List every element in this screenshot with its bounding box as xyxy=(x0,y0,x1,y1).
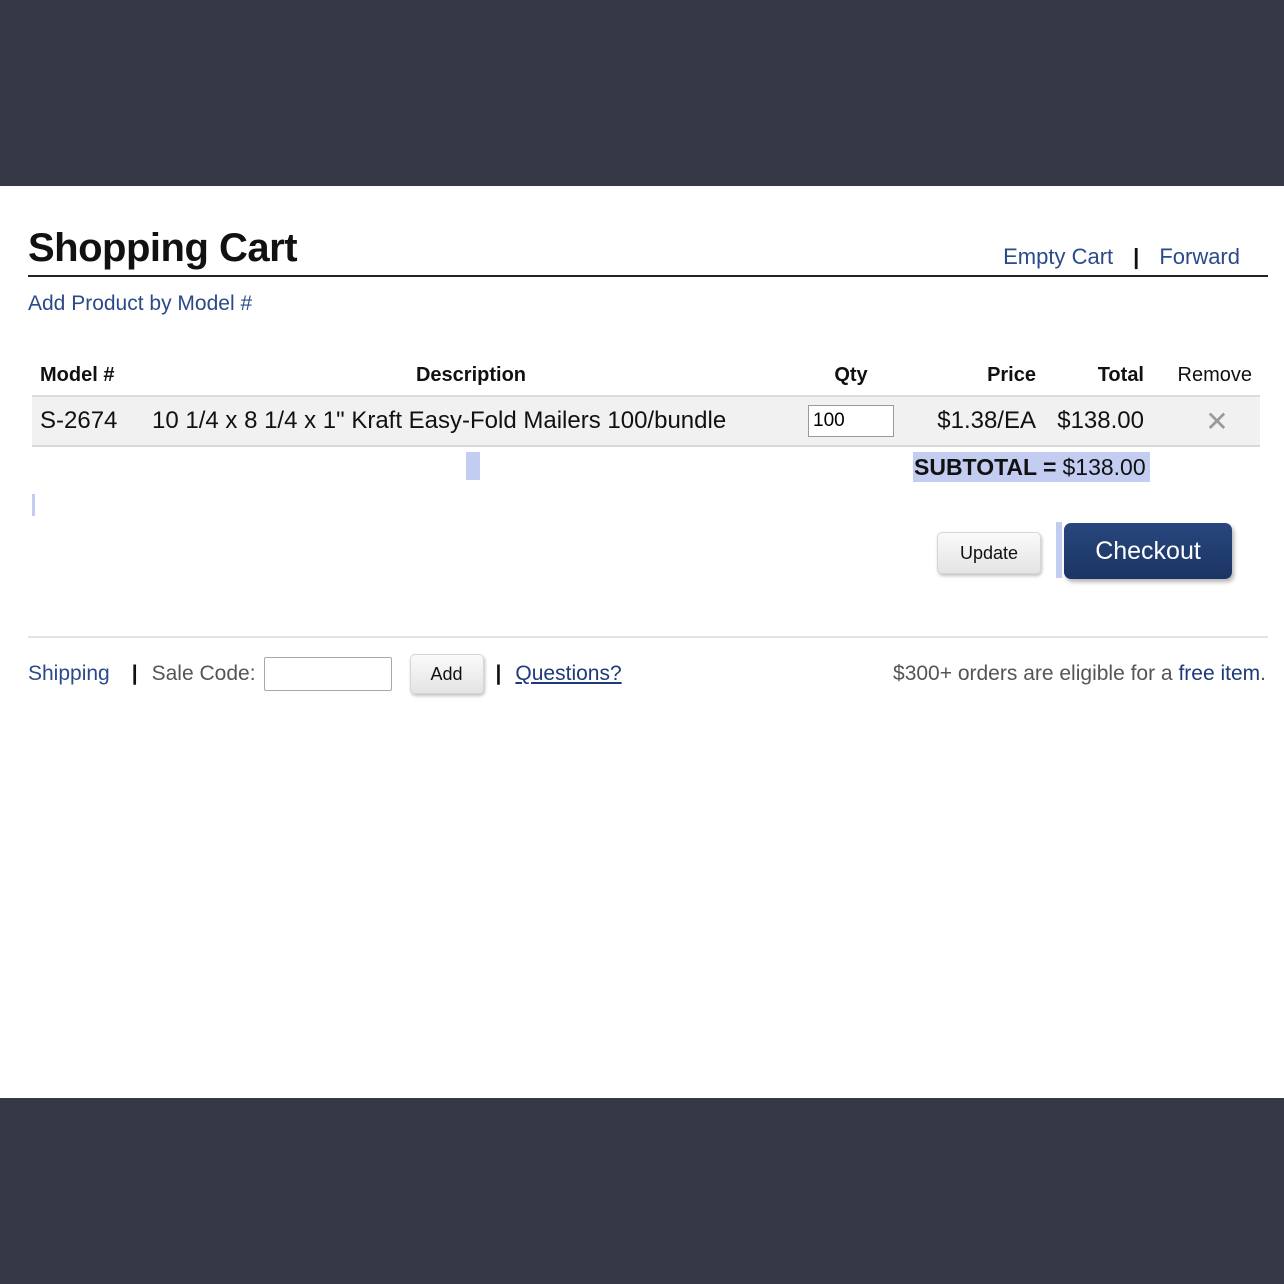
cart-actions: Empty Cart | Forward xyxy=(1003,244,1240,270)
top-frame-band xyxy=(0,0,1284,186)
column-remove: Remove xyxy=(1152,360,1260,397)
column-model: Model # xyxy=(32,360,144,397)
page-title: Shopping Cart xyxy=(28,226,298,270)
subtotal-value: $138.00 xyxy=(1062,454,1146,480)
remove-item-icon[interactable]: ✕ xyxy=(1205,406,1228,437)
footer-separator: | xyxy=(131,662,138,685)
table-row: S-2674 10 1/4 x 8 1/4 x 1" Kraft Easy-Fo… xyxy=(32,396,1260,447)
subtotal-label: SUBTOTAL = xyxy=(914,454,1057,480)
cart-page: Shopping Cart Empty Cart | Forward Add Pro… xyxy=(0,186,1284,1098)
bottom-frame-band xyxy=(0,1098,1284,1284)
title-divider xyxy=(28,275,1268,277)
selection-highlight xyxy=(32,494,35,516)
cart-table: Model # Description Qty Price Total Remo… xyxy=(32,360,1260,447)
sale-code-input[interactable] xyxy=(263,657,392,691)
link-separator: | xyxy=(1133,244,1140,269)
selection-highlight xyxy=(466,452,480,480)
forward-link[interactable]: Forward xyxy=(1159,244,1240,269)
shipping-link[interactable]: Shipping xyxy=(28,662,110,686)
row-model: S-2674 xyxy=(32,396,144,447)
column-total: Total xyxy=(1044,360,1152,397)
row-price: $1.38/EA xyxy=(904,396,1044,447)
add-sale-code-button[interactable]: Add xyxy=(409,654,484,694)
subtotal: SUBTOTAL = $138.00 xyxy=(913,452,1150,482)
add-product-by-model-link[interactable]: Add Product by Model # xyxy=(28,292,252,316)
column-qty: Qty xyxy=(798,360,904,397)
cart-footer: Shipping | Sale Code: Add | Questions? xyxy=(28,654,622,694)
quantity-input[interactable] xyxy=(808,405,894,437)
row-qty-cell xyxy=(798,396,904,447)
row-total: $138.00 xyxy=(1044,396,1152,447)
update-button[interactable]: Update xyxy=(937,532,1041,574)
column-description: Description xyxy=(144,360,798,397)
free-item-link[interactable]: free item xyxy=(1178,662,1260,685)
promo-period: . xyxy=(1260,662,1266,685)
checkout-button[interactable]: Checkout xyxy=(1064,523,1232,579)
footer-separator: | xyxy=(495,662,502,685)
free-item-promo: $300+ orders are eligible for a free ite… xyxy=(893,654,1266,694)
sale-code-label: Sale Code: xyxy=(151,662,256,685)
cart-table-header: Model # Description Qty Price Total Remo… xyxy=(32,360,1260,397)
column-price: Price xyxy=(904,360,1044,397)
selection-highlight xyxy=(1056,522,1062,578)
empty-cart-link[interactable]: Empty Cart xyxy=(1003,244,1113,269)
promo-text: $300+ orders are eligible for a xyxy=(893,662,1173,685)
footer-divider xyxy=(28,636,1268,638)
row-description: 10 1/4 x 8 1/4 x 1" Kraft Easy-Fold Mail… xyxy=(144,396,798,447)
questions-link[interactable]: Questions? xyxy=(515,662,621,686)
row-remove-cell: ✕ xyxy=(1152,396,1260,447)
